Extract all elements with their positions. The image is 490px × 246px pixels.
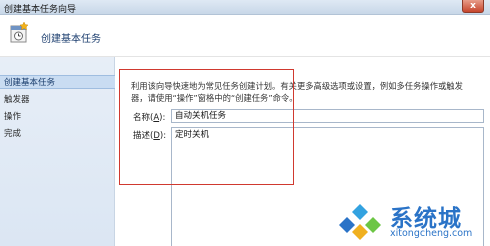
close-button[interactable]: x: [462, 0, 484, 13]
sidebar-item-label: 完成: [4, 129, 22, 139]
sidebar-item-label: 创建基本任务: [4, 78, 56, 88]
sidebar-item-action[interactable]: 操作: [0, 110, 115, 124]
watermark-url: xitongcheng.com: [390, 228, 473, 239]
windows-logo-icon: [338, 201, 382, 241]
annotation-highlight-box: [119, 69, 294, 185]
close-icon: x: [470, 1, 476, 11]
task-scheduler-icon: [10, 22, 29, 43]
sidebar-item-create-basic-task[interactable]: 创建基本任务: [0, 75, 115, 89]
wizard-steps-sidebar: 创建基本任务 触发器 操作 完成: [0, 57, 115, 246]
sidebar-item-label: 触发器: [4, 95, 30, 105]
page-title: 创建基本任务: [41, 34, 101, 45]
title-bar: 创建基本任务向导 x: [0, 0, 490, 15]
wizard-header: 创建基本任务: [0, 15, 490, 57]
sidebar-item-trigger[interactable]: 触发器: [0, 93, 115, 107]
window-title: 创建基本任务向导: [4, 5, 77, 15]
sidebar-item-finish[interactable]: 完成: [0, 127, 115, 141]
watermark: 系统城 xitongcheng.com: [336, 196, 490, 246]
sidebar-item-label: 操作: [4, 112, 22, 122]
